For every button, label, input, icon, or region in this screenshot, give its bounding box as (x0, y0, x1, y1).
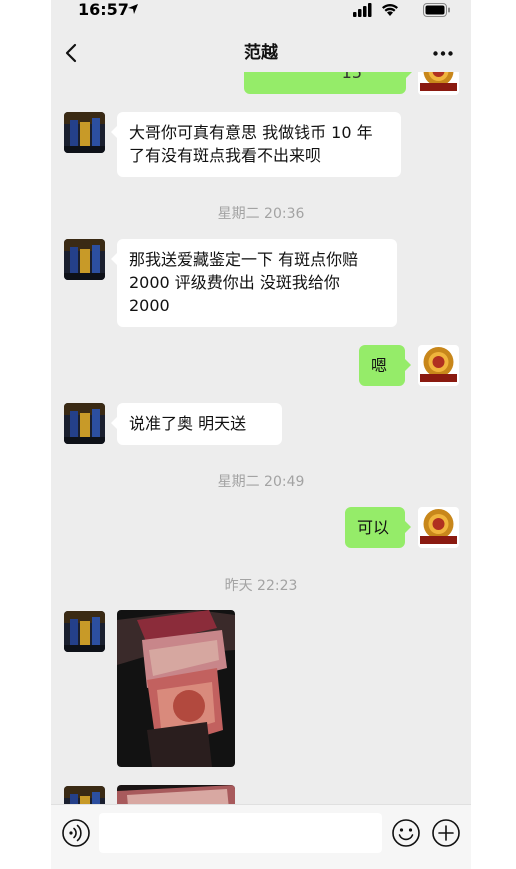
avatar-friend[interactable] (64, 611, 105, 652)
message-text: 嗯 (371, 356, 388, 375)
message-text: 2000 (129, 296, 170, 315)
message-list[interactable]: 15 大哥你可真有意思 我做钱币 10 年 了有没有斑点我看不出来呗 星期二 2… (51, 22, 471, 804)
photo-message[interactable] (117, 610, 235, 767)
battery-icon (423, 3, 450, 17)
message-bubble-out[interactable]: 可以 (345, 507, 411, 548)
avatar-photo-icon (64, 112, 105, 153)
message-text: 可以 (357, 518, 390, 537)
message-text: 那我送爱藏鉴定一下 有斑点你赔 (129, 250, 359, 269)
location-arrow-icon (128, 4, 138, 14)
avatar-me[interactable] (418, 507, 459, 548)
photo-message[interactable] (117, 785, 235, 804)
voice-icon[interactable] (61, 818, 91, 848)
chat-screen: 15 大哥你可真有意思 我做钱币 10 年 了有没有斑点我看不出来呗 星期二 2… (51, 0, 471, 869)
avatar-photo-icon (64, 611, 105, 652)
avatar-me[interactable] (418, 345, 459, 386)
message-bubble-in[interactable]: 说准了奥 明天送 (111, 403, 282, 445)
message-bubble-in[interactable]: 那我送爱藏鉴定一下 有斑点你赔 2000 评级费你出 没斑我给你 2000 (111, 239, 397, 327)
status-time: 16:57 (78, 0, 129, 19)
avatar-friend[interactable] (64, 786, 105, 804)
status-bar: 16:57 (51, 0, 471, 22)
avatar-logo-icon (418, 345, 459, 386)
message-bubble-out[interactable]: 嗯 (359, 345, 411, 386)
emoji-icon[interactable] (391, 818, 421, 848)
avatar-friend[interactable] (64, 403, 105, 444)
message-text: 2000 评级费你出 没斑我给你 (129, 273, 340, 292)
avatar-photo-icon (64, 786, 105, 804)
signal-icon (353, 3, 372, 17)
avatar-photo-icon (64, 239, 105, 280)
timestamp: 星期二 20:49 (217, 474, 305, 490)
add-icon[interactable] (431, 818, 461, 848)
avatar-logo-icon (418, 507, 459, 548)
wifi-icon (382, 4, 398, 16)
chat-title: 范越 (244, 43, 278, 63)
avatar-friend[interactable] (64, 112, 105, 153)
banknote-photo-icon (117, 785, 235, 804)
nav-bar: 范越 (51, 22, 471, 72)
avatar-friend[interactable] (64, 239, 105, 280)
message-text: 说准了奥 明天送 (129, 414, 247, 433)
timestamp: 星期二 20:36 (217, 206, 305, 222)
message-text: 了有没有斑点我看不出来呗 (129, 146, 322, 165)
input-bar (51, 804, 471, 869)
message-input[interactable] (99, 813, 382, 853)
message-text: 大哥你可真有意思 我做钱币 10 年 (129, 123, 373, 142)
timestamp: 昨天 22:23 (224, 578, 298, 594)
avatar-photo-icon (64, 403, 105, 444)
more-dots-icon[interactable] (433, 51, 453, 56)
message-bubble-in[interactable]: 大哥你可真有意思 我做钱币 10 年 了有没有斑点我看不出来呗 (111, 112, 401, 177)
banknote-photo-icon (117, 610, 235, 767)
